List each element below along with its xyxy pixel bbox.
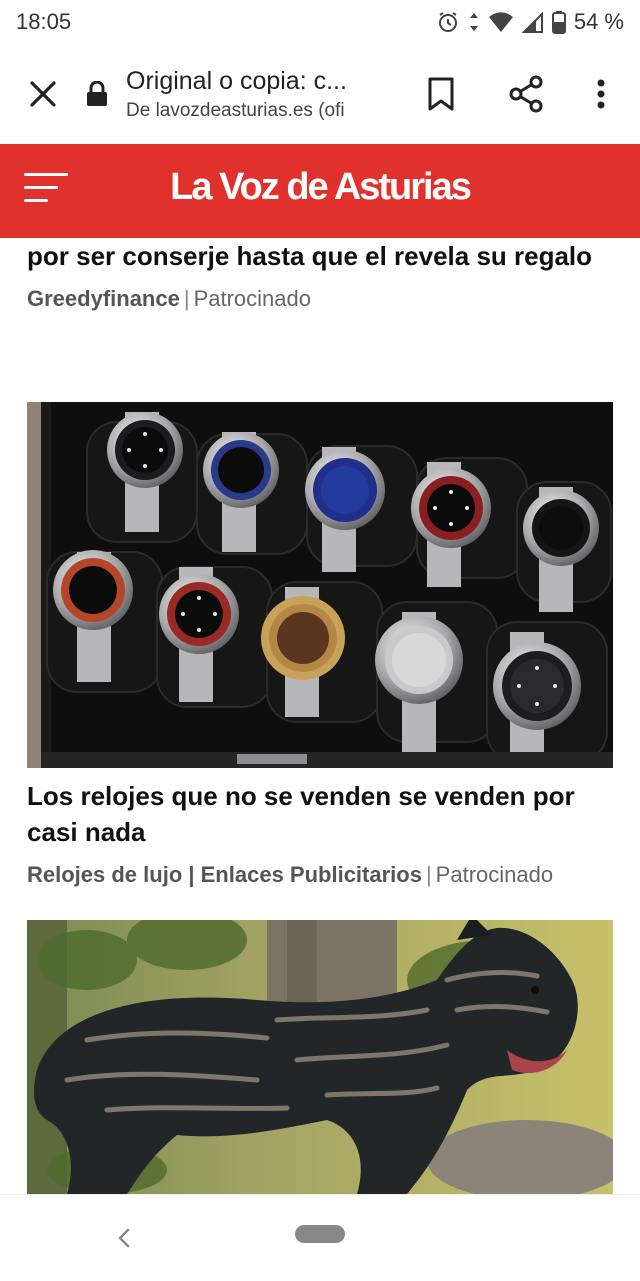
article-thumbnail-watches[interactable] (27, 402, 613, 768)
security-indicator[interactable] (86, 44, 122, 144)
site-logo[interactable]: La Voz de Asturias (0, 166, 640, 209)
dog-image (27, 920, 613, 1194)
back-chevron-icon[interactable] (112, 1221, 136, 1255)
watches-image (27, 402, 613, 768)
article-source: Relojes de lujo | Enlaces Publicitarios (27, 862, 422, 887)
alarm-icon (438, 12, 457, 32)
bookmark-icon (428, 77, 454, 111)
status-icons: 54 % (436, 9, 624, 35)
status-bar: 18:05 54 % (0, 0, 640, 44)
share-button[interactable] (476, 44, 576, 144)
page-title: Original o copia: c... (126, 66, 347, 95)
cell-signal-icon (521, 11, 543, 33)
sponsored-article[interactable]: La familia de la novia se ríe del padre … (27, 238, 613, 312)
url-display[interactable]: Original o copia: c... De lavozdeasturia… (126, 67, 386, 122)
data-arrows-icon (469, 13, 478, 31)
share-icon (509, 75, 543, 113)
close-tab-button[interactable] (0, 44, 86, 144)
sponsored-label: Patrocinado (193, 286, 311, 311)
system-navigation-bar (0, 1194, 640, 1281)
lock-icon (87, 81, 107, 106)
sponsored-feed: La familia de la novia se ríe del padre … (0, 238, 640, 1194)
article-thumbnail-dog[interactable] (27, 920, 613, 1194)
close-icon (30, 81, 56, 107)
battery-percent: 54 % (573, 9, 624, 34)
site-header: La Voz de Asturias (0, 144, 640, 238)
overflow-menu-button[interactable] (576, 44, 626, 144)
more-vert-icon (597, 79, 605, 109)
browser-toolbar: Original o copia: c... De lavozdeasturia… (0, 44, 640, 144)
status-time: 18:05 (16, 9, 72, 34)
battery-icon (551, 11, 566, 34)
home-pill-button[interactable] (295, 1225, 345, 1243)
page-domain: De lavozdeasturias.es (ofi (126, 99, 345, 121)
article-headline[interactable]: La familia de la novia se ríe del padre … (27, 238, 613, 274)
article-source: Greedyfinance (27, 286, 180, 311)
bookmark-button[interactable] (406, 44, 476, 144)
article-meta: Greedyfinance | Patrocinado (27, 286, 311, 311)
article-meta: Relojes de lujo | Enlaces Publicitarios |… (27, 862, 554, 887)
sponsored-label: Patrocinado (435, 862, 554, 887)
sponsored-article[interactable]: Los relojes que no se venden se venden p… (27, 778, 613, 888)
article-headline[interactable]: Los relojes que no se venden se venden p… (27, 778, 613, 850)
wifi-icon (488, 12, 513, 32)
